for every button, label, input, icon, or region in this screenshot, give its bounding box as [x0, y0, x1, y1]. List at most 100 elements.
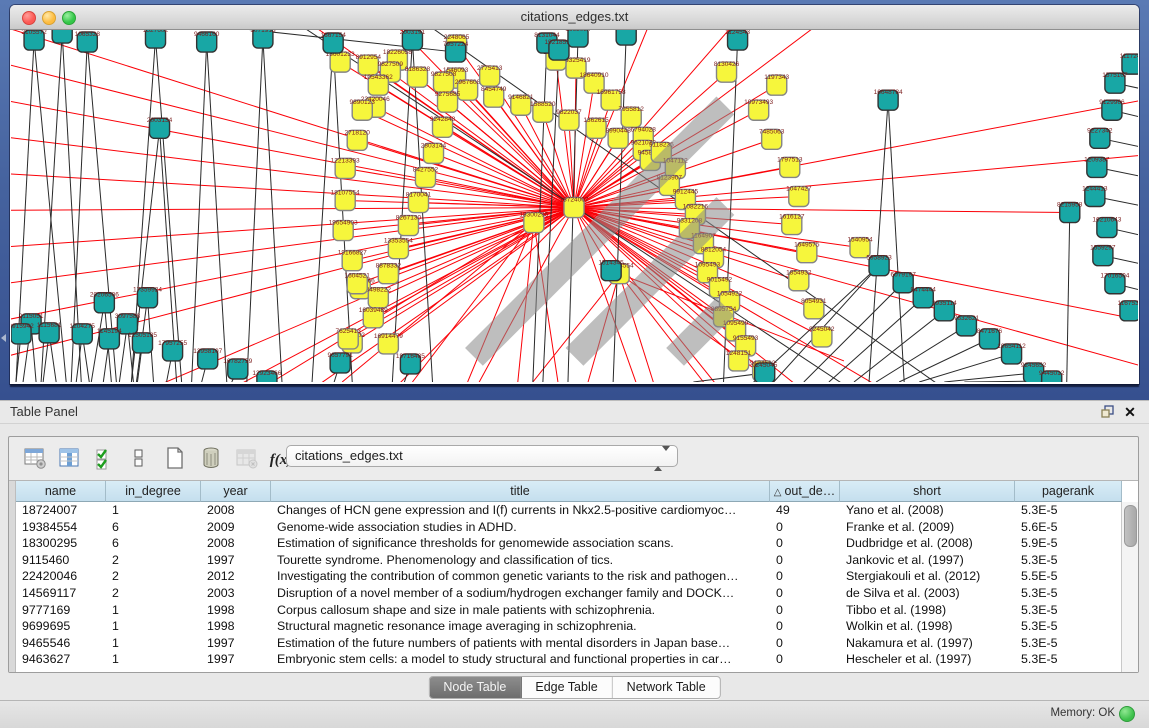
table-cell[interactable]: Jankovic et al. (1997)	[840, 552, 1015, 569]
table-row[interactable]: 1830029562008Estimation of significance …	[16, 535, 1122, 552]
table-cell[interactable]: 2	[106, 568, 201, 585]
table-type-tabs[interactable]: Node TableEdge TableNetwork Table	[428, 676, 720, 699]
table-row[interactable]: 2242004622012Investigating the contribut…	[16, 568, 1122, 585]
column-header-name[interactable]: name	[16, 481, 106, 502]
table-cell[interactable]: Disruption of a novel member of a sodium…	[271, 585, 770, 602]
table-cell[interactable]: 0	[770, 618, 840, 635]
table-cell[interactable]: Yano et al. (2008)	[840, 502, 1015, 519]
table-cell[interactable]: Nakamura et al. (1997)	[840, 635, 1015, 652]
table-cell[interactable]: 18724007	[16, 502, 106, 519]
column-header-short[interactable]: short	[840, 481, 1015, 502]
table-cell[interactable]: 5.3E-5	[1015, 602, 1122, 619]
table-cell[interactable]: 2008	[201, 502, 271, 519]
table-cell[interactable]: Tibbo et al. (1998)	[840, 602, 1015, 619]
table-row[interactable]: 911546021997Tourette syndrome. Phenomeno…	[16, 552, 1122, 569]
tab-edge-table[interactable]: Edge Table	[521, 677, 612, 698]
table-settings-icon[interactable]	[21, 444, 49, 472]
table-cell[interactable]: 9463627	[16, 651, 106, 668]
table-cell[interactable]: 18300295	[16, 535, 106, 552]
table-row[interactable]: 946554611997Estimation of the future num…	[16, 635, 1122, 652]
table-cell[interactable]: Hescheler et al. (1997)	[840, 651, 1015, 668]
column-visibility-icon[interactable]	[55, 444, 83, 472]
table-cell[interactable]: 1	[106, 651, 201, 668]
table-cell[interactable]: 5.3E-5	[1015, 651, 1122, 668]
table-body[interactable]: 1872400712008Changes of HCN gene express…	[16, 502, 1122, 672]
table-cell[interactable]: 0	[770, 552, 840, 569]
resize-grip-icon[interactable]	[11, 30, 1138, 382]
column-header-in_degree[interactable]: in_degree	[106, 481, 201, 502]
table-cell[interactable]: Investigating the contribution of common…	[271, 568, 770, 585]
table-row[interactable]: 969969511998Structural magnetic resonanc…	[16, 618, 1122, 635]
table-cell[interactable]: 14569117	[16, 585, 106, 602]
table-cell[interactable]: 6	[106, 535, 201, 552]
delete-table-icon[interactable]	[197, 444, 225, 472]
table-cell[interactable]: 0	[770, 602, 840, 619]
table-cell[interactable]: Structural magnetic resonance image aver…	[271, 618, 770, 635]
float-panel-icon[interactable]	[1099, 403, 1117, 421]
table-cell[interactable]: 1998	[201, 618, 271, 635]
table-cell[interactable]: Dudbridge et al. (2008)	[840, 535, 1015, 552]
table-cell[interactable]: 5.3E-5	[1015, 618, 1122, 635]
table-cell[interactable]: 0	[770, 519, 840, 536]
table-cell[interactable]: 0	[770, 635, 840, 652]
column-header-pagerank[interactable]: pagerank	[1015, 481, 1122, 502]
scrollbar-thumb[interactable]	[1124, 505, 1137, 547]
table-cell[interactable]: 5.3E-5	[1015, 585, 1122, 602]
close-panel-icon[interactable]: ✕	[1121, 403, 1139, 421]
table-cell[interactable]: 2	[106, 552, 201, 569]
table-cell[interactable]: 2003	[201, 585, 271, 602]
table-cell[interactable]: 0	[770, 535, 840, 552]
table-cell[interactable]: 1997	[201, 552, 271, 569]
table-cell[interactable]: 22420046	[16, 568, 106, 585]
table-cell[interactable]: 2	[106, 585, 201, 602]
table-cell[interactable]: Embryonic stem cells: a model to study s…	[271, 651, 770, 668]
table-cell[interactable]: 1	[106, 602, 201, 619]
table-row[interactable]: 946362711997Embryonic stem cells: a mode…	[16, 651, 1122, 668]
table-cell[interactable]: 5.3E-5	[1015, 502, 1122, 519]
table-cell[interactable]: 0	[770, 651, 840, 668]
table-cell[interactable]: 1997	[201, 635, 271, 652]
table-cell[interactable]: Franke et al. (2009)	[840, 519, 1015, 536]
table-cell[interactable]: 5.5E-5	[1015, 568, 1122, 585]
table-cell[interactable]: 5.9E-5	[1015, 535, 1122, 552]
column-header-year[interactable]: year	[201, 481, 271, 502]
table-cell[interactable]: 1998	[201, 602, 271, 619]
table-cell[interactable]: Genome-wide association studies in ADHD.	[271, 519, 770, 536]
table-cell[interactable]: 9115460	[16, 552, 106, 569]
table-cell[interactable]: 2008	[201, 535, 271, 552]
tab-node-table[interactable]: Node Table	[429, 677, 521, 698]
table-row[interactable]: 1872400712008Changes of HCN gene express…	[16, 502, 1122, 519]
table-cell[interactable]: 9699695	[16, 618, 106, 635]
table-cell[interactable]: 0	[770, 585, 840, 602]
table-cell[interactable]: 5.3E-5	[1015, 552, 1122, 569]
network-window-titlebar[interactable]: citations_edges.txt	[10, 5, 1139, 30]
table-cell[interactable]: 49	[770, 502, 840, 519]
select-all-icon[interactable]	[91, 444, 119, 472]
table-cell[interactable]: 1	[106, 618, 201, 635]
tab-network-table[interactable]: Network Table	[613, 677, 720, 698]
new-table-icon[interactable]	[161, 444, 189, 472]
table-cell[interactable]: 1	[106, 635, 201, 652]
table-cell[interactable]: 2009	[201, 519, 271, 536]
table-cell[interactable]: 6	[106, 519, 201, 536]
table-cell[interactable]: Estimation of the future numbers of pati…	[271, 635, 770, 652]
table-cell[interactable]: Stergiakouli et al. (2012)	[840, 568, 1015, 585]
table-cell[interactable]: Tourette syndrome. Phenomenology and cla…	[271, 552, 770, 569]
row-selection-icon[interactable]	[125, 444, 153, 472]
network-window[interactable]: citations_edges.txt 18724007183002951938…	[10, 5, 1139, 384]
column-header-title[interactable]: title	[271, 481, 770, 502]
table-cell[interactable]: 19384554	[16, 519, 106, 536]
collapse-panel-arrow-icon[interactable]	[1, 334, 6, 342]
table-cell[interactable]: 5.6E-5	[1015, 519, 1122, 536]
table-cell[interactable]: 9465546	[16, 635, 106, 652]
table-cell[interactable]: 0	[770, 568, 840, 585]
vertical-scrollbar[interactable]	[1121, 502, 1138, 672]
table-cell[interactable]: Wolkin et al. (1998)	[840, 618, 1015, 635]
table-cell[interactable]: de Silva et al. (2003)	[840, 585, 1015, 602]
table-cell[interactable]: 2012	[201, 568, 271, 585]
table-cell[interactable]: 1	[106, 502, 201, 519]
table-row[interactable]: 1456911722003Disruption of a novel membe…	[16, 585, 1122, 602]
table-cell[interactable]: 9777169	[16, 602, 106, 619]
table-cell[interactable]: Estimation of significance thresholds fo…	[271, 535, 770, 552]
table-cell[interactable]: Changes of HCN gene expression and I(f) …	[271, 502, 770, 519]
